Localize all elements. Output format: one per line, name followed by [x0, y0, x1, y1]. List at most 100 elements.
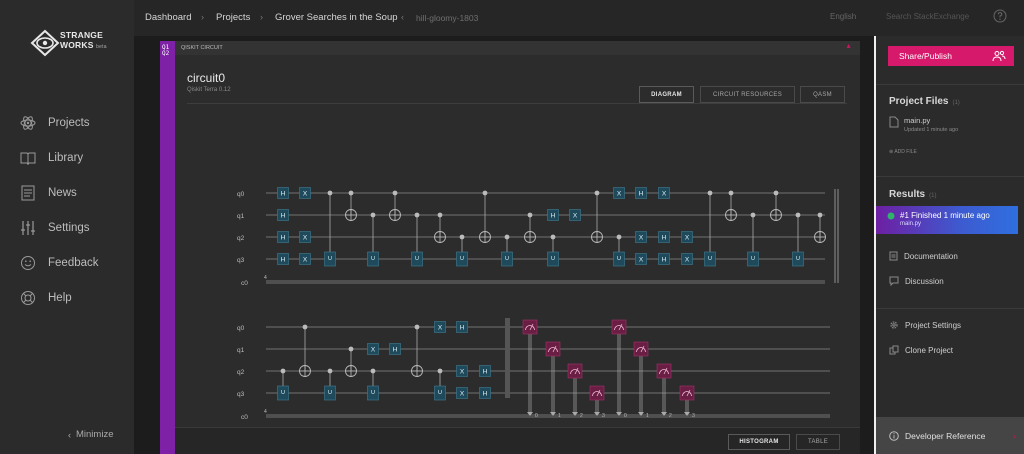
u1-gate-label: U: [751, 256, 755, 262]
x-gate-label: X: [617, 191, 622, 198]
sidebar-item-library[interactable]: Library: [18, 148, 83, 168]
measure-arrow: [550, 412, 556, 416]
tab-circuit-resources[interactable]: CIRCUIT RESOURCES: [700, 86, 795, 103]
control-dot: [414, 324, 420, 330]
results-heading: Results (1): [889, 189, 936, 200]
qubit-label: q2: [237, 369, 245, 376]
control-dot: [504, 234, 510, 240]
circuit-card: Q1 Q2 QISKIT CIRCUIT ▲ circuit0 Qiskit T…: [160, 41, 860, 454]
sidebar-item-news[interactable]: News: [18, 183, 77, 203]
smiley-icon: [18, 255, 38, 271]
classical-label: c0: [241, 414, 248, 421]
qubit-label: q3: [237, 257, 245, 264]
x-gate-label: X: [573, 213, 578, 220]
control-dot: [594, 190, 600, 196]
x-gate-label: X: [460, 369, 465, 376]
tab-qasm[interactable]: QASM: [800, 86, 845, 103]
control-dot: [750, 212, 756, 218]
panel-divider: [876, 308, 1024, 309]
x-gate-label: X: [303, 257, 308, 264]
brand-name: STRANGE WORKS beta: [60, 30, 107, 52]
measure-gate: [633, 341, 649, 357]
chevron-up-icon[interactable]: ▲: [845, 43, 852, 50]
measure-arrow: [594, 412, 600, 416]
u1-gate-label: U: [371, 256, 375, 262]
project-settings-link[interactable]: Project Settings: [889, 320, 961, 330]
gear-icon: [890, 321, 898, 329]
project-files-title: Project Files: [889, 96, 949, 107]
x-gate-label: X: [303, 191, 308, 198]
measure-bit-label: 2: [580, 413, 583, 419]
hadamard-gate-label: H: [281, 235, 286, 242]
sidebar-item-feedback[interactable]: Feedback: [18, 253, 99, 273]
hadamard-gate-label: H: [662, 235, 667, 242]
help-question-icon[interactable]: [993, 9, 1007, 23]
tab-table[interactable]: TABLE: [796, 434, 840, 450]
tab-label: HISTOGRAM: [739, 439, 779, 445]
result-item-1[interactable]: #1 Finished 1 minute ago main.py: [876, 206, 1018, 234]
sidebar-item-label: Library: [48, 152, 84, 164]
qubit-label: q1: [237, 347, 245, 354]
language-selector[interactable]: English: [830, 12, 856, 21]
hadamard-gate-label: H: [662, 257, 667, 264]
classical-width-label: 4: [264, 275, 267, 281]
copy-icon: [889, 345, 899, 355]
control-dot: [482, 190, 488, 196]
sidebar-item-label: Projects: [48, 117, 90, 129]
control-dot: [327, 368, 333, 374]
add-file-button[interactable]: ⊕ ADD FILE: [889, 149, 917, 155]
check-circle-icon: [887, 212, 895, 220]
tab-diagram[interactable]: DIAGRAM: [639, 86, 694, 103]
brand-line-1: STRANGE: [60, 30, 103, 40]
sidebar-item-projects[interactable]: Projects: [18, 113, 90, 133]
project-settings-label: Project Settings: [905, 320, 962, 330]
documentation-link[interactable]: Documentation: [889, 251, 958, 261]
x-gate-label: X: [438, 325, 443, 332]
info-icon: [889, 430, 899, 441]
measure-bit-label: 0: [624, 413, 627, 419]
measure-bit-label: 1: [646, 413, 649, 419]
control-dot: [616, 234, 622, 240]
measure-arrow: [684, 412, 690, 416]
control-dot: [707, 190, 713, 196]
measure-bit-label: 2: [669, 413, 672, 419]
breadcrumb-projects[interactable]: Projects: [216, 12, 250, 23]
u1-gate-label: U: [505, 256, 509, 262]
project-files-count: (1): [952, 100, 960, 106]
u1-gate-label: U: [796, 256, 800, 262]
panel-divider: [876, 176, 1024, 177]
sliders-icon: [18, 220, 38, 236]
sidebar-item-settings[interactable]: Settings: [18, 218, 90, 238]
clone-project-label: Clone Project: [905, 345, 954, 355]
sidebar-item-help[interactable]: Help: [18, 288, 72, 308]
minimize-button[interactable]: ‹ Minimize: [68, 429, 113, 440]
file-item-main-py[interactable]: main.py Updated 1 minute ago: [889, 116, 958, 133]
share-publish-button[interactable]: Share/Publish: [888, 46, 1014, 66]
tab-histogram[interactable]: HISTOGRAM: [728, 434, 790, 450]
measure-bit-label: 3: [692, 413, 695, 419]
measure-gate: [589, 385, 605, 401]
classical-label: c0: [241, 280, 248, 287]
breadcrumb-project[interactable]: Grover Searches in the Soup: [275, 12, 398, 23]
x-gate-label: X: [639, 235, 644, 242]
tab-label: CIRCUIT RESOURCES: [713, 91, 782, 98]
x-gate-label: X: [662, 191, 667, 198]
file-name: main.py: [904, 116, 931, 125]
qubit-label: q0: [237, 191, 245, 198]
measure-arrow: [527, 412, 533, 416]
developer-reference-label: Developer Reference: [905, 430, 986, 441]
brand-version: beta: [96, 44, 107, 50]
clone-project-link[interactable]: Clone Project: [889, 345, 953, 355]
measure-arrow: [638, 412, 644, 416]
discussion-link[interactable]: Discussion: [889, 276, 944, 286]
developer-reference-button[interactable]: Developer Reference ›: [876, 417, 1024, 454]
share-users-icon: [992, 50, 1006, 62]
barrier: [505, 318, 510, 398]
tab-label: DIAGRAM: [651, 91, 682, 98]
circuit-diagram: q0 q1 q2 q3 c0 4 q0 q1 q2 q3 c0 4 H H H H X X X U U U U U H X U U X H…: [237, 187, 839, 421]
u1-gate-label: U: [708, 256, 712, 262]
breadcrumb-dashboard[interactable]: Dashboard: [145, 12, 191, 23]
search-input[interactable]: Search StackExchange: [886, 12, 969, 21]
hadamard-gate-label: H: [551, 213, 556, 220]
share-label: Share/Publish: [899, 51, 952, 61]
